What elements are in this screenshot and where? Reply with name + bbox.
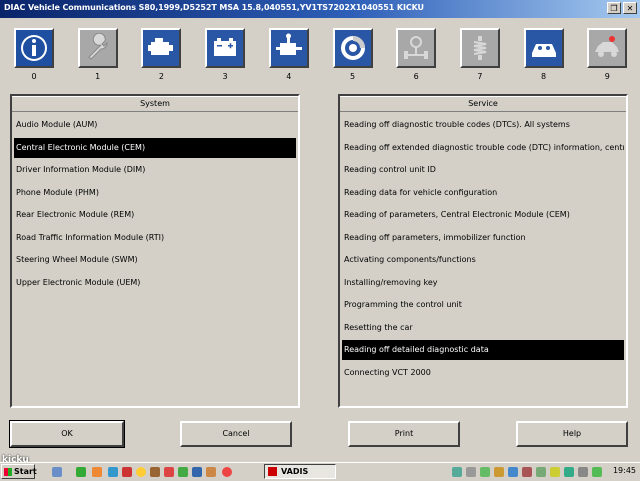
tray-icon[interactable] (452, 467, 462, 477)
close-button[interactable]: ✕ (623, 2, 637, 14)
tool-number-label: 4 (286, 72, 292, 81)
information-icon (19, 33, 49, 63)
tool-button-6[interactable] (396, 28, 437, 68)
system-row[interactable]: Driver Information Module (DIM) (14, 160, 296, 180)
taskbar-vadis-label: VADIS (281, 467, 309, 476)
tray-icon[interactable] (536, 467, 546, 477)
quicklaunch-icon[interactable] (108, 467, 118, 477)
service-row[interactable]: Resetting the car (342, 318, 624, 338)
tool-number-label: 0 (31, 72, 37, 81)
network-icon[interactable] (592, 467, 602, 477)
tool-number-label: 9 (604, 72, 610, 81)
service-row[interactable]: Reading off parameters, immobilizer func… (342, 228, 624, 248)
tray-icon[interactable] (494, 467, 504, 477)
taskbar-vadis[interactable]: VADIS (264, 464, 336, 479)
brake-disc-icon (338, 33, 368, 63)
cancel-button[interactable]: Cancel (180, 421, 292, 447)
quicklaunch-icon[interactable] (92, 467, 102, 477)
tool-number-label: 8 (541, 72, 547, 81)
desktop-icon[interactable] (52, 467, 62, 477)
tool-number-label: 1 (95, 72, 101, 81)
print-button[interactable]: Print (348, 421, 460, 447)
system-row[interactable]: Road Traffic Information Module (RTI) (14, 228, 296, 248)
clock: 19:45 (612, 466, 636, 475)
quicklaunch-icon[interactable] (150, 467, 160, 477)
service-list: Service Reading off diagnostic trouble c… (338, 94, 628, 408)
engine-icon (146, 33, 176, 63)
tool-number-label: 5 (349, 72, 356, 81)
quicklaunch-icon[interactable] (192, 467, 202, 477)
service-row[interactable]: Reading off diagnostic trouble codes (DT… (342, 115, 624, 135)
tray-icon[interactable] (466, 467, 476, 477)
tool-button-0[interactable] (14, 28, 54, 68)
service-row[interactable]: Reading control unit ID (342, 160, 624, 180)
tool-number-label: 3 (222, 72, 228, 81)
help-button[interactable]: Help (516, 421, 628, 447)
tray-icon[interactable] (522, 467, 532, 477)
volume-icon[interactable] (578, 467, 588, 477)
restore-button[interactable]: ❐ (607, 2, 621, 14)
tray-icon[interactable] (508, 467, 518, 477)
system-row[interactable]: Central Electronic Module (CEM) (14, 137, 296, 158)
tray-icon[interactable] (550, 467, 560, 477)
suspension-icon (465, 33, 495, 63)
quicklaunch-icon[interactable] (206, 467, 216, 477)
tool-button-2[interactable] (141, 28, 182, 68)
quicklaunch-icon[interactable] (178, 467, 188, 477)
chrome-icon[interactable] (222, 467, 232, 477)
service-row[interactable]: Reading data for vehicle configuration (342, 183, 624, 203)
system-row[interactable]: Steering Wheel Module (SWM) (14, 250, 296, 270)
tool-number-label: 6 (413, 72, 419, 81)
tool-button-5[interactable] (332, 28, 373, 68)
title-bar: DIAC Vehicle Communications S80,1999,D52… (0, 0, 640, 18)
tool-button-9[interactable] (587, 28, 628, 68)
service-row[interactable]: Programming the control unit (342, 295, 624, 315)
system-row[interactable]: Phone Module (PHM) (14, 183, 296, 203)
tool-button-4[interactable] (268, 28, 309, 68)
quicklaunch-icon[interactable] (136, 467, 146, 477)
steering-axle-icon (401, 33, 431, 63)
tool-button-3[interactable] (205, 28, 246, 68)
tray-icon[interactable] (564, 467, 574, 477)
tool-button-7[interactable] (459, 28, 500, 68)
tool-number-label: 2 (158, 72, 164, 81)
service-header: Service (340, 96, 626, 112)
vadis-icon (268, 467, 277, 476)
taskbar: Start VADIS 19:45 (0, 462, 640, 481)
system-row[interactable]: Audio Module (AUM) (14, 115, 296, 135)
body-interior-icon (529, 33, 559, 63)
system-row[interactable]: Rear Electronic Module (REM) (14, 205, 296, 225)
system-header: System (12, 96, 298, 112)
tray-icon[interactable] (480, 467, 490, 477)
windows-logo-icon (4, 468, 12, 476)
ok-button[interactable]: OK (9, 420, 125, 448)
window-title: DIAC Vehicle Communications S80,1999,D52… (4, 3, 424, 12)
system-list: System Audio Module (AUM) Central Electro… (10, 94, 300, 408)
service-row[interactable]: Reading off extended diagnostic trouble … (342, 138, 624, 158)
gearbox-icon (274, 33, 304, 63)
start-label: Start (14, 467, 37, 476)
service-row[interactable]: Installing/removing key (342, 273, 624, 293)
service-row[interactable]: Reading of parameters, Central Electroni… (342, 205, 624, 225)
tool-button-8[interactable] (523, 28, 564, 68)
wrench-icon (83, 33, 113, 63)
tool-number-label: 7 (477, 72, 483, 81)
quicklaunch-icon[interactable] (164, 467, 174, 477)
quicklaunch-icon[interactable] (122, 467, 132, 477)
tool-button-1[interactable] (77, 28, 118, 68)
service-row[interactable]: Reading off detailed diagnostic data (342, 340, 624, 360)
service-row[interactable]: Connecting VCT 2000 (342, 363, 624, 383)
quicklaunch-icon[interactable] (76, 467, 86, 477)
car-body-icon (592, 33, 622, 63)
battery-icon (210, 33, 240, 63)
service-row[interactable]: Activating components/functions (342, 250, 624, 270)
system-row[interactable]: Upper Electronic Module (UEM) (14, 273, 296, 293)
start-button[interactable]: Start (1, 464, 37, 479)
